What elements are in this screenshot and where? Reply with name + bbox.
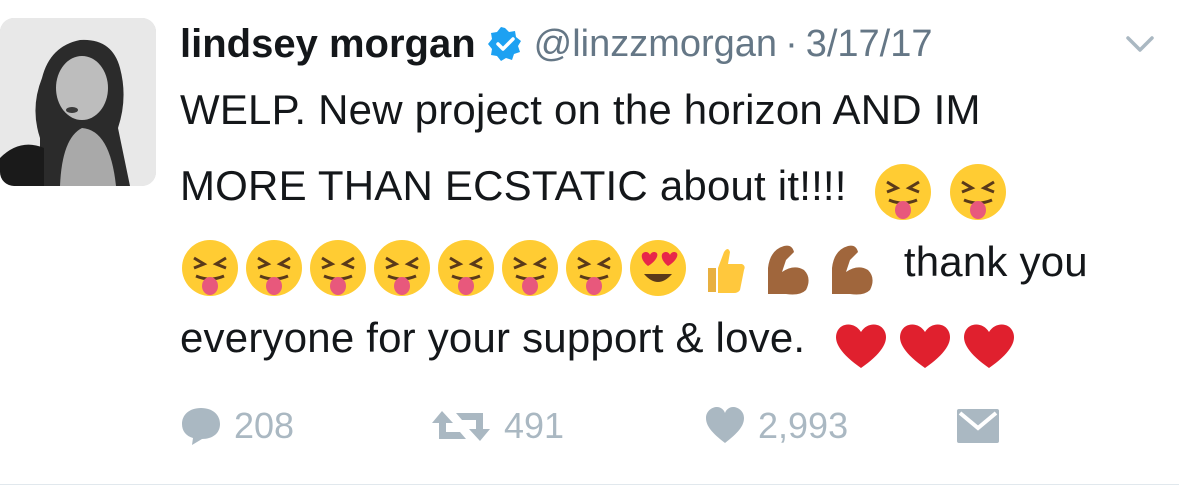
tweet-text-line-4-text: everyone for your support & love. bbox=[180, 314, 806, 361]
tweet-header: lindsey morgan @linzzmorgan · 3/17/17 bbox=[180, 18, 933, 70]
squinting-tongue-emoji bbox=[502, 239, 558, 296]
flexed-biceps-emoji bbox=[832, 245, 873, 295]
squinting-tongue-emoji bbox=[182, 239, 238, 296]
red-heart-emoji bbox=[900, 324, 951, 368]
retweet-icon bbox=[432, 411, 490, 441]
chevron-down-icon[interactable] bbox=[1120, 24, 1160, 64]
like-count: 2,993 bbox=[758, 405, 849, 446]
reply-count: 208 bbox=[234, 405, 295, 446]
flexed-biceps-emoji bbox=[768, 245, 809, 295]
verified-badge-icon bbox=[487, 27, 522, 61]
emoji-group-line-3 bbox=[180, 227, 884, 303]
reply-bubble-icon bbox=[182, 408, 220, 445]
squinting-tongue-emoji bbox=[566, 239, 622, 296]
tweet-text-line-4: everyone for your support & love. bbox=[180, 300, 1150, 376]
avatar[interactable] bbox=[0, 18, 156, 186]
tweet-text-line-3-text: thank you bbox=[903, 238, 1088, 285]
squinting-tongue-emoji bbox=[438, 239, 494, 296]
tweet-actions: 208 491 2,993 bbox=[180, 400, 1040, 452]
red-heart-emoji bbox=[964, 324, 1015, 368]
tweet-card: lindsey morgan @linzzmorgan · 3/17/17 WE… bbox=[0, 0, 1179, 491]
squinting-tongue-emoji bbox=[246, 239, 302, 296]
squinting-tongue-emoji bbox=[950, 163, 1007, 220]
separator-dot: · bbox=[785, 22, 798, 65]
retweet-button[interactable]: 491 bbox=[430, 400, 564, 452]
direct-message-button[interactable] bbox=[956, 400, 1012, 452]
reply-button[interactable]: 208 bbox=[180, 400, 294, 452]
envelope-icon bbox=[957, 409, 999, 443]
emoji-group-line-2 bbox=[873, 151, 1013, 227]
divider bbox=[0, 484, 1179, 485]
tweet-date[interactable]: 3/17/17 bbox=[806, 23, 933, 66]
thumbs-up-emoji bbox=[708, 248, 745, 293]
tweet-text-line-2: MORE THAN ECSTATIC about it!!!! bbox=[180, 148, 1150, 224]
heart-eyes-emoji bbox=[630, 239, 686, 296]
tweet-text-line-2-text: MORE THAN ECSTATIC about it!!!! bbox=[180, 162, 847, 209]
tweet-text-line-1: WELP. New project on the horizon AND IM bbox=[180, 86, 981, 133]
tweet-text: WELP. New project on the horizon AND IM … bbox=[180, 72, 1150, 376]
emoji-group-line-4 bbox=[831, 303, 1023, 379]
red-heart-emoji bbox=[836, 324, 887, 368]
squinting-tongue-emoji bbox=[874, 163, 931, 220]
author-handle[interactable]: @linzzmorgan bbox=[534, 23, 777, 66]
heart-icon bbox=[706, 407, 744, 443]
like-button[interactable]: 2,993 bbox=[704, 400, 848, 452]
author-name[interactable]: lindsey morgan bbox=[180, 22, 476, 67]
squinting-tongue-emoji bbox=[374, 239, 430, 296]
tweet-text-line-3: thank you bbox=[180, 224, 1150, 300]
squinting-tongue-emoji bbox=[310, 239, 366, 296]
retweet-count: 491 bbox=[504, 405, 565, 446]
